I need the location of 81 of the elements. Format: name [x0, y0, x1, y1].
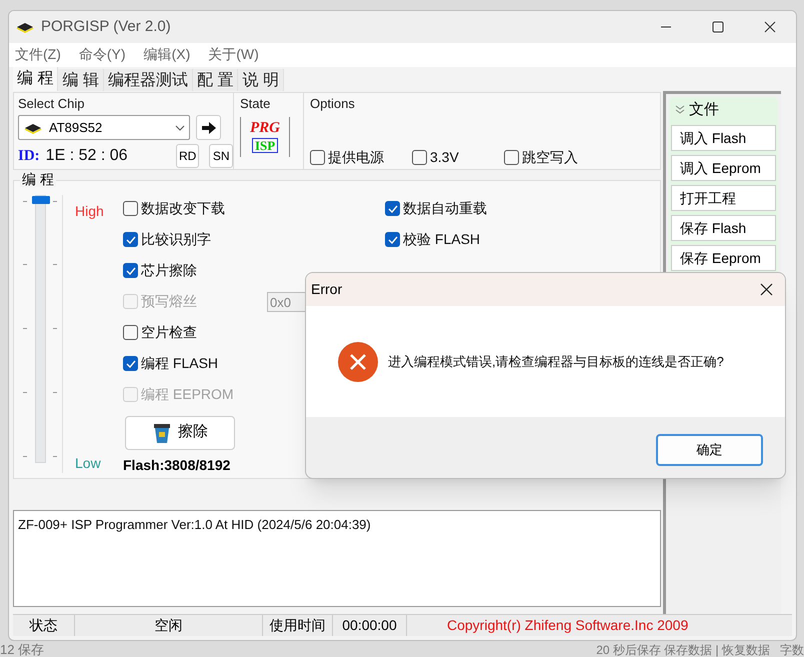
- chevron-down-icon: [175, 124, 185, 131]
- dialog-message: 进入编程模式错误,请检查编程器与目标板的连线是否正确?: [388, 352, 724, 371]
- small-button[interactable]: RD: [176, 144, 200, 168]
- id-value: 1E : 52 : 06: [46, 146, 129, 166]
- checkbox-label: 提供电源: [328, 148, 384, 167]
- arrow-button[interactable]: [196, 115, 221, 140]
- group-title: State: [240, 94, 272, 113]
- ok-button[interactable]: 确定: [656, 434, 763, 466]
- background-text: 20 秒后保存 保存数据 | 恢复数据 字数: [596, 644, 804, 656]
- checkbox-label: 编程 FLASH: [141, 354, 218, 374]
- flash-usage: Flash:3808/8192: [123, 456, 232, 475]
- menu-item[interactable]: 关于(W): [208, 44, 259, 66]
- id-label: ID:: [18, 146, 40, 166]
- close-icon[interactable]: [760, 283, 773, 296]
- status-cell: 使用时间: [263, 614, 333, 636]
- panel-button[interactable]: 保存 Flash: [671, 215, 776, 242]
- group-title: Options: [310, 94, 356, 113]
- check-icon: [126, 266, 136, 275]
- low-label: Low: [75, 454, 102, 473]
- menu-item[interactable]: 编辑(X): [144, 44, 190, 66]
- check-icon: [388, 236, 398, 244]
- trash-can-icon: [152, 422, 172, 444]
- check-icon: [126, 236, 136, 244]
- checkbox[interactable]: [123, 325, 138, 340]
- tab[interactable]: 编 程: [13, 66, 58, 91]
- dialog-title: Error: [311, 280, 342, 299]
- check-icon: [126, 360, 136, 368]
- checkbox-label: 编程 EEPROM: [141, 385, 234, 404]
- checkbox-label: 3.3V: [430, 148, 459, 167]
- status-cell: 空闲: [75, 614, 263, 636]
- copyright-text: Copyright(r) Zhifeng Software.Inc 2009: [447, 616, 688, 635]
- checkbox-label: 预写熔丝: [141, 292, 197, 312]
- checkbox-label: 校验 FLASH: [403, 230, 480, 250]
- checkbox[interactable]: [123, 201, 138, 216]
- tab[interactable]: 配 置: [192, 68, 238, 91]
- checkbox[interactable]: [412, 150, 427, 165]
- slider-thumb[interactable]: [32, 196, 50, 204]
- status-cell: 00:00:00: [333, 614, 407, 636]
- background-text: 12 保存: [0, 644, 44, 656]
- vertical-slider[interactable]: [23, 194, 57, 463]
- maximize-icon[interactable]: [712, 21, 724, 34]
- checkbox-label: 数据改变下载: [141, 199, 225, 218]
- small-button[interactable]: SN: [209, 144, 234, 168]
- chip-icon: [15, 21, 35, 34]
- chip-dropdown[interactable]: AT89S52: [18, 115, 190, 140]
- checkbox[interactable]: [123, 232, 138, 248]
- checkbox-label: 空片检查: [141, 323, 197, 342]
- panel-button[interactable]: 保存 Eeprom: [671, 245, 776, 272]
- tab[interactable]: 编程器测试: [104, 68, 193, 91]
- panel-button[interactable]: 调入 Flash: [671, 125, 776, 152]
- panel-button[interactable]: 打开工程: [671, 185, 776, 212]
- prg-isp-logo: PRG ISP: [249, 121, 281, 154]
- group-title: Select Chip: [18, 94, 86, 113]
- checkbox-label: 比较识别字: [141, 230, 211, 250]
- checkbox-label: 跳空写入: [522, 148, 578, 167]
- tab[interactable]: 说 明: [238, 68, 284, 91]
- checkbox[interactable]: [385, 232, 400, 248]
- checkbox-label: 芯片擦除: [141, 261, 197, 280]
- checkbox-label: 数据自动重载: [403, 199, 487, 218]
- checkbox[interactable]: [123, 263, 138, 278]
- checkbox[interactable]: [385, 201, 400, 216]
- group-title: 编 程: [20, 170, 56, 187]
- check-icon: [388, 204, 398, 213]
- chip-icon: [23, 122, 43, 134]
- checkbox[interactable]: [310, 150, 325, 165]
- status-cell: 状态: [13, 614, 75, 636]
- panel-button[interactable]: 调入 Eeprom: [671, 155, 776, 182]
- window-title: PORGISP (Ver 2.0): [41, 16, 171, 37]
- erase-button[interactable]: 擦除: [125, 416, 235, 450]
- log-line: ZF-009+ ISP Programmer Ver:1.0 At HID (2024/5/6 20:04:39): [18, 516, 372, 534]
- menu-item[interactable]: 文件(Z): [15, 44, 61, 66]
- panel-title: 文件: [689, 100, 719, 120]
- checkbox[interactable]: [123, 356, 138, 372]
- close-icon[interactable]: [764, 21, 776, 34]
- double-chevron-icon: [675, 104, 685, 115]
- arrow-right-icon: [202, 122, 216, 134]
- tab[interactable]: 编 辑: [58, 68, 104, 91]
- checkbox[interactable]: [504, 150, 519, 165]
- menu-item[interactable]: 命令(Y): [78, 44, 126, 66]
- error-icon: [338, 342, 378, 382]
- high-label: High: [75, 202, 105, 221]
